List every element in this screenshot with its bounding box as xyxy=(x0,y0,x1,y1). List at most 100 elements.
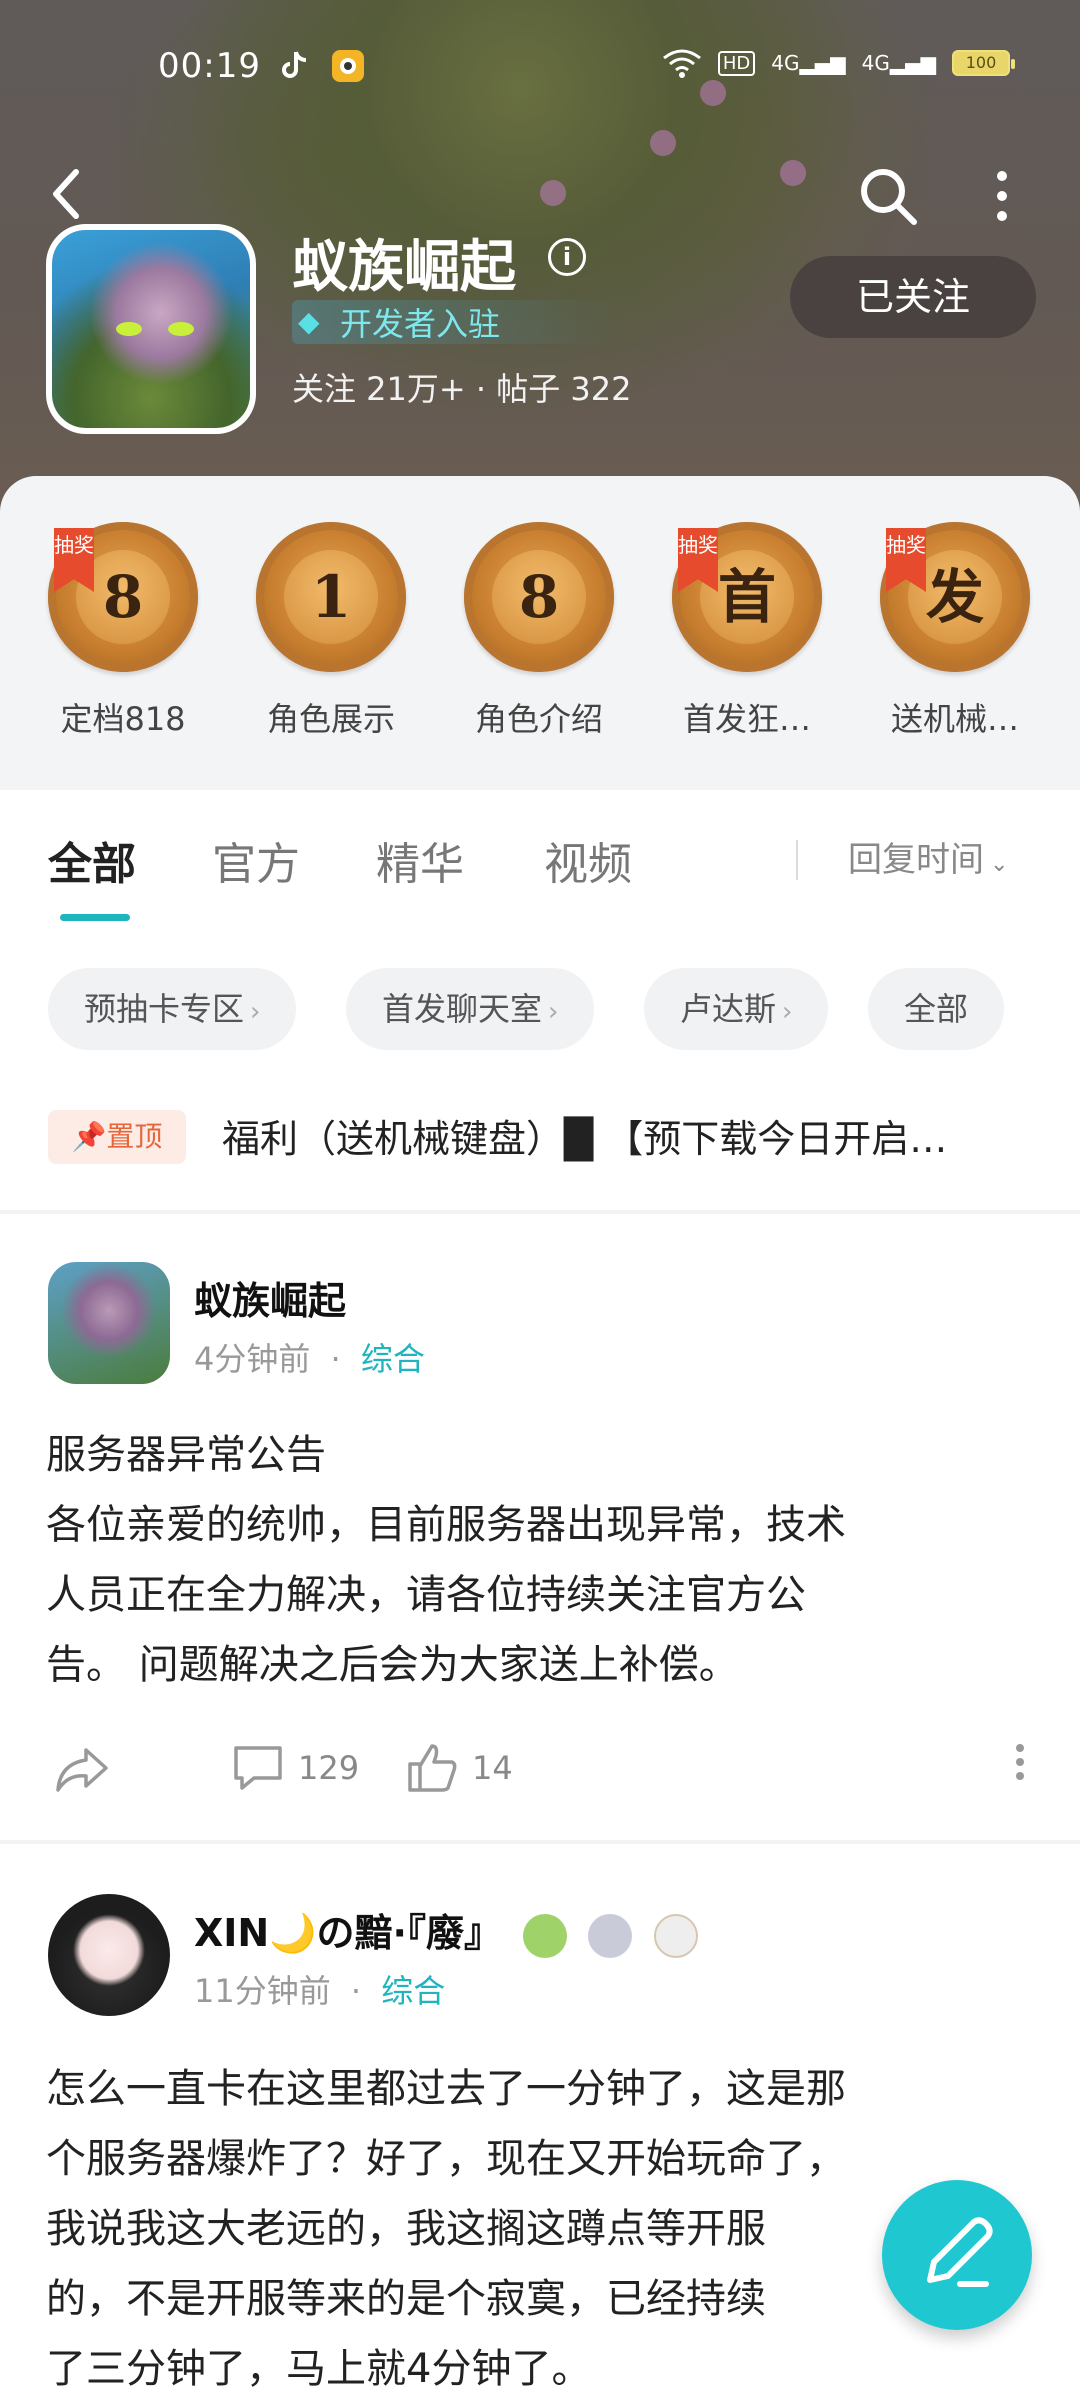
post-category[interactable]: 综合 xyxy=(361,1340,425,1378)
topic-item[interactable]: 发 抽奖 送机械… xyxy=(860,522,1050,740)
tab-featured[interactable]: 精华 xyxy=(376,828,464,892)
diamond-icon: ◆ xyxy=(298,305,320,338)
topic-coin: 首 抽奖 xyxy=(672,522,822,672)
topic-item[interactable]: 8 角色介绍 xyxy=(444,522,634,740)
post-time: 11分钟前 xyxy=(194,1972,331,2010)
avatar[interactable] xyxy=(48,1262,170,1384)
divider xyxy=(0,1210,1080,1214)
tab-video[interactable]: 视频 xyxy=(544,828,632,892)
developer-badge[interactable]: ◆ 开发者入驻 xyxy=(292,300,622,344)
chevron-right-icon: › xyxy=(548,997,559,1027)
comment-count: 129 xyxy=(298,1749,360,1787)
tab-official[interactable]: 官方 xyxy=(212,828,300,892)
network-indicator: 4G▂▄▆ xyxy=(771,51,846,75)
chip-item[interactable]: 卢达斯 › xyxy=(644,968,829,1050)
forum-stats: 关注 21万+ · 帖子 322 xyxy=(292,370,632,408)
network-label: 4G xyxy=(861,51,890,75)
topic-label: 角色展示 xyxy=(266,700,395,738)
share-button[interactable] xyxy=(52,1742,112,1798)
bamboo-badge-icon xyxy=(523,1913,568,1958)
status-time: 00:19 xyxy=(158,46,261,86)
post-line: 人员正在全力解决，请各位持续关注官方公 xyxy=(46,1572,806,1618)
status-bar: 00:19 HD 4G▂▄▆ 4G▂▄▆ 100 xyxy=(0,40,1080,100)
topic-item[interactable]: 8 抽奖 定档818 xyxy=(28,522,218,740)
sort-label: 回复时间 xyxy=(848,840,984,880)
topic-label: 定档818 xyxy=(60,700,186,738)
topic-number: 1 xyxy=(284,550,378,644)
compose-button[interactable] xyxy=(882,2180,1032,2330)
topic-item[interactable]: 1 角色展示 xyxy=(236,522,426,740)
topic-coin: 发 抽奖 xyxy=(880,522,1030,672)
network-indicator-2: 4G▂▄▆ xyxy=(861,51,936,75)
post-time: 4分钟前 xyxy=(194,1340,311,1378)
chevron-down-icon: ⌄ xyxy=(990,852,1009,877)
post-line: 告。 问题解决之后会为大家送上补偿。 xyxy=(46,1642,739,1688)
chip-label: 预抽卡专区 xyxy=(84,990,245,1028)
meta-separator: · xyxy=(350,1972,362,2010)
comment-icon xyxy=(234,1746,282,1790)
sort-dropdown[interactable]: 回复时间 ⌄ xyxy=(848,832,1008,881)
topic-coin: 8 xyxy=(464,522,614,672)
pinned-post[interactable]: 📌置顶 福利（送机械键盘）█ 【预下载今日开启… xyxy=(0,1090,1080,1210)
page-title: 蚁族崛起 xyxy=(292,235,516,300)
avatar[interactable] xyxy=(48,1894,170,2016)
post-line: 各位亲爱的统帅，目前服务器出现异常，技术 xyxy=(46,1502,846,1548)
like-count: 14 xyxy=(472,1749,513,1787)
tiktok-icon xyxy=(282,51,307,78)
wifi-icon xyxy=(662,49,701,78)
tab-all[interactable]: 全部 xyxy=(48,828,136,892)
share-icon xyxy=(56,1748,108,1792)
status-right: HD 4G▂▄▆ 4G▂▄▆ 100 xyxy=(662,48,1015,78)
blossom-decoration xyxy=(650,130,676,156)
post-meta: 11分钟前 · 综合 xyxy=(194,1966,445,2012)
follow-button[interactable]: 已关注 xyxy=(790,256,1036,338)
post-line: 了三分钟了，马上就4分钟了。 xyxy=(46,2346,592,2392)
game-icon-eye xyxy=(168,322,194,336)
pin-icon: 📌 xyxy=(71,1120,107,1153)
comment-button[interactable]: 129 xyxy=(232,1742,359,1794)
chip-label: 首发聊天室 xyxy=(382,990,543,1028)
search-icon[interactable] xyxy=(856,164,920,228)
lottery-ribbon: 抽奖 xyxy=(886,528,926,592)
post-more-button[interactable] xyxy=(1014,1742,1026,1782)
pet-badge-icon xyxy=(653,1913,698,1958)
topic-panel: 8 抽奖 定档818 1 角色展示 8 角色介绍 首 抽奖 首发狂… 发 抽奖 … xyxy=(0,476,1080,790)
post-category[interactable]: 综合 xyxy=(381,1972,445,2010)
divider xyxy=(0,1840,1080,1844)
more-vertical-icon xyxy=(1016,1744,1024,1780)
more-icon[interactable] xyxy=(982,164,1022,228)
title-badge-icon xyxy=(588,1913,633,1958)
post-author-name: XIN🌙の黯·『廢』 xyxy=(194,1911,502,1955)
post-author[interactable]: XIN🌙の黯·『廢』 xyxy=(194,1902,698,1958)
hd-indicator: HD xyxy=(717,50,756,76)
chip-item[interactable]: 预抽卡专区 › xyxy=(48,968,297,1050)
chip-item[interactable]: 首发聊天室 › xyxy=(346,968,595,1050)
back-icon[interactable] xyxy=(46,164,86,224)
info-icon[interactable]: i xyxy=(548,238,586,276)
battery-indicator: 100 xyxy=(952,50,1015,76)
game-icon xyxy=(46,224,256,434)
post-author[interactable]: 蚁族崛起 xyxy=(194,1270,346,1325)
blossom-decoration xyxy=(540,180,566,206)
topic-number: 8 xyxy=(492,550,586,644)
like-icon xyxy=(408,1744,457,1792)
blossom-decoration xyxy=(780,160,806,186)
topic-label: 送机械… xyxy=(890,700,1019,738)
tab-indicator xyxy=(60,914,130,921)
pinned-badge-label: 置顶 xyxy=(106,1120,163,1153)
game-app-icon xyxy=(332,50,364,82)
chevron-right-icon: › xyxy=(782,997,793,1027)
tab-separator xyxy=(796,840,798,880)
network-label: 4G xyxy=(771,51,800,75)
like-button[interactable]: 14 xyxy=(406,1742,513,1794)
post-line: 怎么一直卡在这里都过去了一分钟了，这是那 xyxy=(46,2066,846,2112)
post-meta: 4分钟前 · 综合 xyxy=(194,1334,425,1380)
lottery-ribbon: 抽奖 xyxy=(54,528,94,592)
chip-item[interactable]: 全部 xyxy=(868,968,1005,1050)
post-body[interactable]: 服务器异常公告 各位亲爱的统帅，目前服务器出现异常，技术 人员正在全力解决，请各… xyxy=(46,1420,1036,1700)
topic-item[interactable]: 首 抽奖 首发狂… xyxy=(652,522,842,740)
chip-label: 卢达斯 xyxy=(680,990,777,1028)
tab-bar: 全部 官方 精华 视频 回复时间 ⌄ xyxy=(0,790,1080,940)
topic-coin: 8 抽奖 xyxy=(48,522,198,672)
topic-label: 角色介绍 xyxy=(474,700,603,738)
